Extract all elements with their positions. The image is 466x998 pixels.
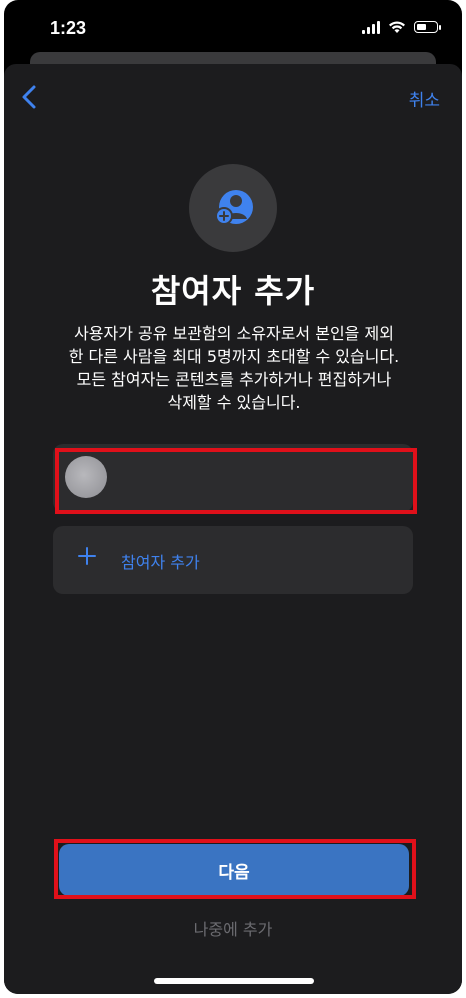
- add-person-icon: [215, 190, 253, 225]
- cancel-button[interactable]: 취소: [409, 86, 440, 111]
- page-description: 사용자가 공유 보관함의 소유자로서 본인을 제외 한 다른 사람을 최대 5명…: [68, 324, 400, 412]
- cellular-signal-icon: [362, 20, 380, 34]
- participant-row[interactable]: [53, 444, 413, 512]
- add-participant-button[interactable]: 참여자 추가: [53, 526, 413, 594]
- add-participant-label: 참여자 추가: [121, 553, 200, 572]
- status-icons: [362, 20, 441, 34]
- home-indicator[interactable]: [154, 978, 314, 984]
- add-participants-sheet: 취소 참여자 추가 사용자가 공유 보관함의 소유자로서 본인을 제외 한 다른…: [4, 64, 462, 994]
- page-title: 참여자 추가: [150, 272, 316, 310]
- battery-icon: [414, 21, 441, 33]
- wifi-icon: [389, 21, 405, 33]
- status-time: 1:23: [50, 18, 87, 38]
- device-screen: 1:23 취소 참여자 추가 사용자가 공유 보관함의 소유자로서 본인을 제외…: [4, 0, 462, 994]
- hero-icon-circle: [189, 164, 277, 252]
- add-later-button[interactable]: 나중에 추가: [4, 916, 462, 940]
- avatar: [65, 456, 107, 498]
- chevron-left-icon[interactable]: [16, 82, 42, 112]
- plus-icon: [78, 547, 96, 565]
- next-button[interactable]: 다음: [59, 844, 409, 896]
